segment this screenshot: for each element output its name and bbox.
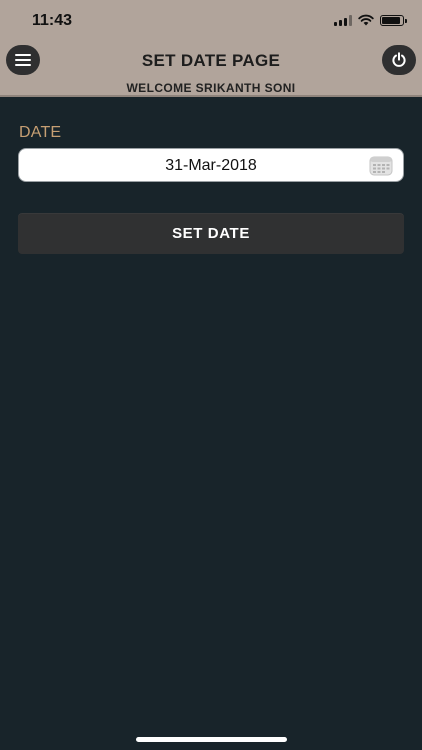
status-time: 11:43 [32, 12, 73, 29]
status-icons [334, 14, 407, 26]
date-label: DATE [19, 124, 62, 141]
battery-icon [380, 14, 407, 26]
power-button[interactable] [382, 45, 416, 75]
app-header: 11:43 SET DATE PAGE WELCOME SRIKANTH SON… [0, 0, 422, 97]
power-icon [392, 52, 406, 67]
home-indicator[interactable] [136, 737, 287, 742]
welcome-text: WELCOME SRIKANTH SONI [126, 81, 296, 95]
date-input[interactable]: 31-Mar-2018 [18, 148, 404, 182]
set-date-button-label: SET DATE [172, 225, 250, 242]
calendar-icon[interactable] [369, 155, 393, 176]
set-date-button[interactable]: SET DATE [18, 213, 404, 254]
date-value: 31-Mar-2018 [165, 157, 257, 174]
wifi-icon [358, 14, 374, 26]
page-title: SET DATE PAGE [141, 51, 281, 70]
cellular-signal-icon [334, 14, 352, 26]
